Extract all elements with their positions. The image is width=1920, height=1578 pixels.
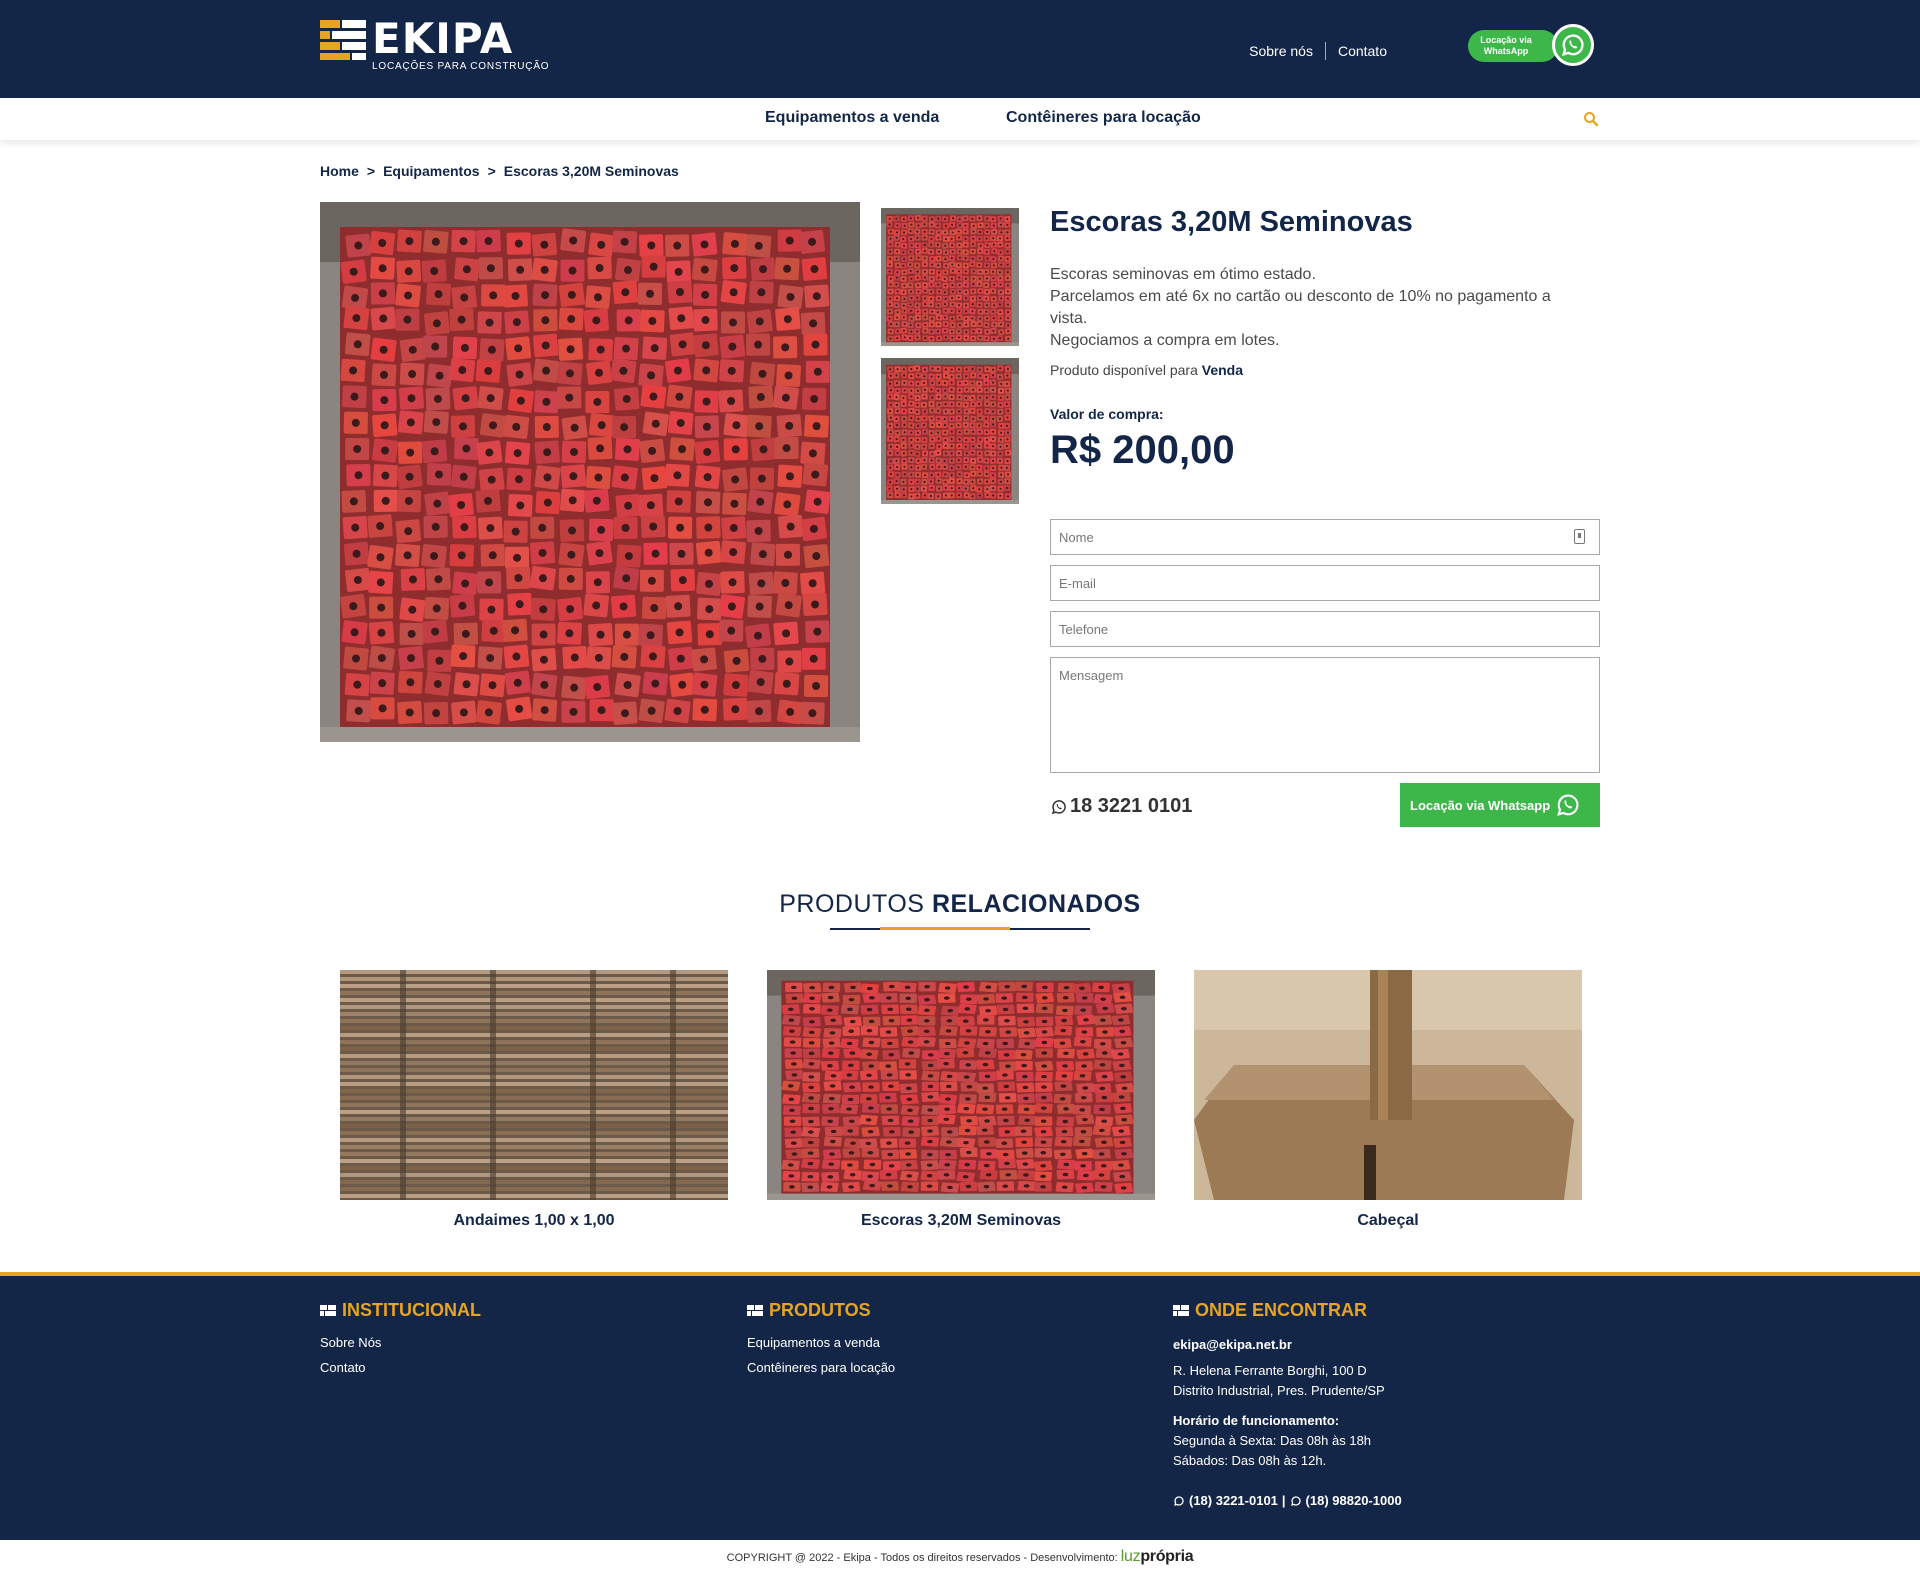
- breadcrumb-equipamentos[interactable]: Equipamentos: [383, 163, 479, 179]
- related-products-title: PRODUTOS RELACIONADOS: [779, 890, 1141, 918]
- breadcrumb: Home > Equipamentos > Escoras 3,20M Semi…: [320, 163, 679, 179]
- footer-col-onde: ONDE ENCONTRAR ekipa@ekipa.net.br R. Hel…: [1173, 1300, 1402, 1511]
- bricks-icon: [747, 1304, 763, 1317]
- phone-input[interactable]: [1050, 611, 1600, 647]
- search-icon[interactable]: [1583, 111, 1599, 132]
- footer-link-conteineres[interactable]: Contêineres para locação: [747, 1360, 895, 1375]
- related-name[interactable]: Escoras 3,20M Seminovas: [767, 1212, 1155, 1230]
- whatsapp-icon: [1557, 794, 1579, 816]
- footer-heading: PRODUTOS: [747, 1300, 895, 1321]
- footer-email[interactable]: ekipa@ekipa.net.br: [1173, 1335, 1402, 1355]
- breadcrumb-separator: >: [487, 163, 496, 179]
- logo-bricks-icon: [320, 20, 366, 60]
- whatsapp-icon[interactable]: [1552, 24, 1594, 66]
- ekipa-logo[interactable]: EKIPA LOCAÇÕES PARA CONSTRUÇÃO: [320, 14, 550, 74]
- footer-phone-1[interactable]: (18) 3221-0101: [1189, 1491, 1278, 1511]
- product-main-image[interactable]: [320, 202, 860, 742]
- footer-link-sobre[interactable]: Sobre Nós: [320, 1335, 481, 1350]
- whatsapp-badge[interactable]: Locação via WhatsApp: [1468, 30, 1558, 62]
- product-thumbnail-1[interactable]: [881, 208, 1019, 346]
- copyright: COPYRIGHT @ 2022 - Ekipa - Todos os dire…: [0, 1548, 1920, 1566]
- description-line-3: Negociamos a compra em lotes.: [1050, 332, 1280, 349]
- footer-link-equipamentos[interactable]: Equipamentos a venda: [747, 1335, 895, 1350]
- product-thumbnail-2[interactable]: [881, 358, 1019, 504]
- availability-prefix: Produto disponível para: [1050, 362, 1198, 378]
- related-title-underline: [830, 927, 1090, 930]
- related-card-andaimes[interactable]: Andaimes 1,00 x 1,00: [340, 970, 728, 1230]
- top-links-divider: [1324, 42, 1326, 60]
- related-card-escoras[interactable]: Escoras 3,20M Seminovas: [767, 970, 1155, 1230]
- footer-phones: (18) 3221-0101 | (18) 98820-1000: [1173, 1491, 1402, 1511]
- name-input[interactable]: [1050, 519, 1600, 555]
- footer-link-contato[interactable]: Contato: [320, 1360, 481, 1375]
- footer-hours-label: Horário de funcionamento:: [1173, 1413, 1340, 1428]
- related-image-cabecal[interactable]: [1194, 970, 1582, 1200]
- description-line-1: Escoras seminovas em ótimo estado.: [1050, 266, 1316, 283]
- main-nav: Equipamentos a venda Contêineres para lo…: [0, 98, 1920, 140]
- whatsapp-icon: [1051, 799, 1066, 814]
- related-image-andaimes[interactable]: [340, 970, 728, 1200]
- breadcrumb-home[interactable]: Home: [320, 163, 359, 179]
- price-label: Valor de compra:: [1050, 406, 1164, 422]
- description-line-2: Parcelamos em até 6x no cartão ou descon…: [1050, 288, 1551, 327]
- product-title: Escoras 3,20M Seminovas: [1050, 206, 1413, 238]
- related-image-escoras[interactable]: [767, 970, 1155, 1200]
- footer-hours-weekdays: Segunda à Sexta: Das 08h às 18h: [1173, 1433, 1372, 1448]
- email-input[interactable]: [1050, 565, 1600, 601]
- footer: INSTITUCIONAL Sobre Nós Contato PRODUTOS…: [0, 1272, 1920, 1540]
- contact-card-icon: [1574, 529, 1585, 544]
- nav-equipamentos[interactable]: Equipamentos a venda: [765, 109, 939, 127]
- footer-col-produtos: PRODUTOS Equipamentos a venda Contêinere…: [747, 1300, 895, 1385]
- top-link-contato[interactable]: Contato: [1338, 43, 1387, 59]
- product-description: Escoras seminovas em ótimo estado. Parce…: [1050, 264, 1580, 352]
- whatsapp-rent-button[interactable]: Locação via Whatsapp: [1400, 783, 1600, 827]
- whatsapp-icon: [1290, 1496, 1301, 1506]
- footer-address-1: R. Helena Ferrante Borghi, 100 D: [1173, 1363, 1367, 1378]
- whatsapp-button-label: Locação via Whatsapp: [1410, 797, 1551, 813]
- footer-hours-saturday: Sábados: Das 08h às 12h.: [1173, 1453, 1327, 1468]
- contact-phone[interactable]: 18 3221 0101: [1050, 795, 1192, 818]
- footer-heading: INSTITUCIONAL: [320, 1300, 481, 1321]
- contact-phone-number: 18 3221 0101: [1070, 795, 1193, 817]
- breadcrumb-separator: >: [366, 163, 376, 179]
- related-name[interactable]: Andaimes 1,00 x 1,00: [340, 1212, 728, 1230]
- related-card-cabecal[interactable]: Cabeçal: [1194, 970, 1582, 1230]
- product-price: R$ 200,00: [1050, 428, 1235, 472]
- message-textarea[interactable]: [1050, 657, 1600, 773]
- nav-conteineres[interactable]: Contêineres para locação: [1006, 109, 1201, 127]
- logo-wordmark: EKIPA: [372, 14, 514, 63]
- footer-col-institucional: INSTITUCIONAL Sobre Nós Contato: [320, 1300, 481, 1385]
- top-links: Sobre nós Contato: [1249, 42, 1387, 60]
- related-name[interactable]: Cabeçal: [1194, 1212, 1582, 1230]
- logo-subtitle: LOCAÇÕES PARA CONSTRUÇÃO: [372, 61, 550, 72]
- developer-logo[interactable]: luzprópria: [1121, 1548, 1194, 1565]
- top-link-sobre[interactable]: Sobre nós: [1249, 43, 1313, 59]
- top-header: EKIPA LOCAÇÕES PARA CONSTRUÇÃO Sobre nós…: [0, 0, 1920, 98]
- whatsapp-icon: [1174, 1496, 1184, 1506]
- bricks-icon: [320, 1304, 336, 1317]
- footer-address-2: Distrito Industrial, Pres. Prudente/SP: [1173, 1383, 1385, 1398]
- availability-value: Venda: [1201, 362, 1244, 378]
- breadcrumb-current: Escoras 3,20M Seminovas: [503, 163, 679, 179]
- bricks-icon: [1173, 1304, 1189, 1317]
- footer-phone-2[interactable]: (18) 98820-1000: [1306, 1491, 1402, 1511]
- footer-heading: ONDE ENCONTRAR: [1173, 1300, 1402, 1321]
- copyright-text: COPYRIGHT @ 2022 - Ekipa - Todos os dire…: [726, 1552, 1118, 1564]
- product-availability: Produto disponível para Venda: [1050, 362, 1243, 378]
